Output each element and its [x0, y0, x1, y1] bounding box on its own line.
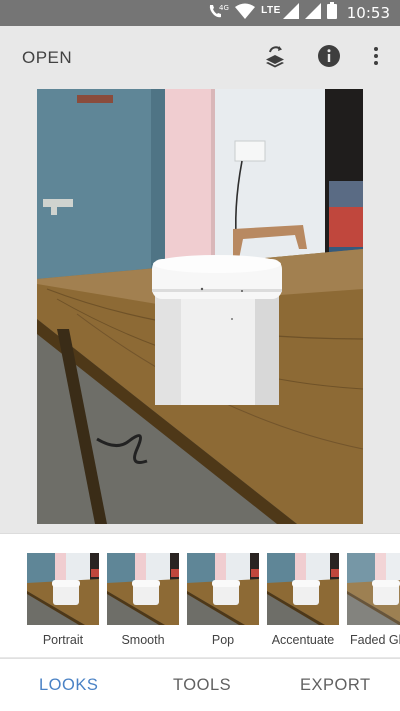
look-thumbnail: [347, 553, 400, 625]
look-label: Faded Gl: [350, 633, 400, 647]
status-icons: 4G LTE 10:53: [207, 0, 390, 26]
look-smooth[interactable]: Smooth: [107, 553, 179, 647]
network-type-label: LTE: [261, 4, 281, 16]
look-label: Portrait: [42, 633, 84, 647]
app-bar: OPEN: [0, 26, 400, 90]
status-time: 10:53: [346, 4, 390, 22]
looks-strip: Portrait Smooth Pop Accentuate Faded Gl: [0, 533, 400, 657]
bottom-nav: LOOKS TOOLS EXPORT: [0, 658, 400, 711]
look-label: Smooth: [121, 633, 165, 647]
signal-icon-2: [304, 2, 321, 24]
call-badge: 4G: [219, 4, 229, 12]
photo-preview[interactable]: [37, 89, 363, 524]
look-thumbnail: [187, 553, 259, 625]
look-accentuate[interactable]: Accentuate: [267, 553, 339, 647]
look-thumbnail: [267, 553, 339, 625]
look-label: Accentuate: [271, 633, 335, 647]
tab-export[interactable]: EXPORT: [300, 676, 371, 695]
battery-icon: [326, 2, 337, 24]
look-thumbnail: [107, 553, 179, 625]
look-portrait[interactable]: Portrait: [27, 553, 99, 647]
wifi-calling-icon: 4G: [207, 2, 229, 25]
status-bar: 4G LTE 10:53: [0, 0, 400, 26]
tab-tools[interactable]: TOOLS: [173, 676, 231, 695]
look-pop[interactable]: Pop: [187, 553, 259, 647]
layers-edit-icon[interactable]: [262, 44, 288, 70]
tab-looks[interactable]: LOOKS: [39, 676, 98, 695]
wifi-icon: [235, 3, 256, 24]
open-button[interactable]: OPEN: [22, 48, 72, 68]
more-vert-icon[interactable]: [364, 44, 390, 70]
info-icon[interactable]: [317, 44, 343, 70]
signal-icon-1: [282, 2, 299, 24]
look-label: Pop: [211, 633, 235, 647]
look-faded-glow[interactable]: Faded Gl: [347, 553, 400, 647]
look-thumbnail: [27, 553, 99, 625]
